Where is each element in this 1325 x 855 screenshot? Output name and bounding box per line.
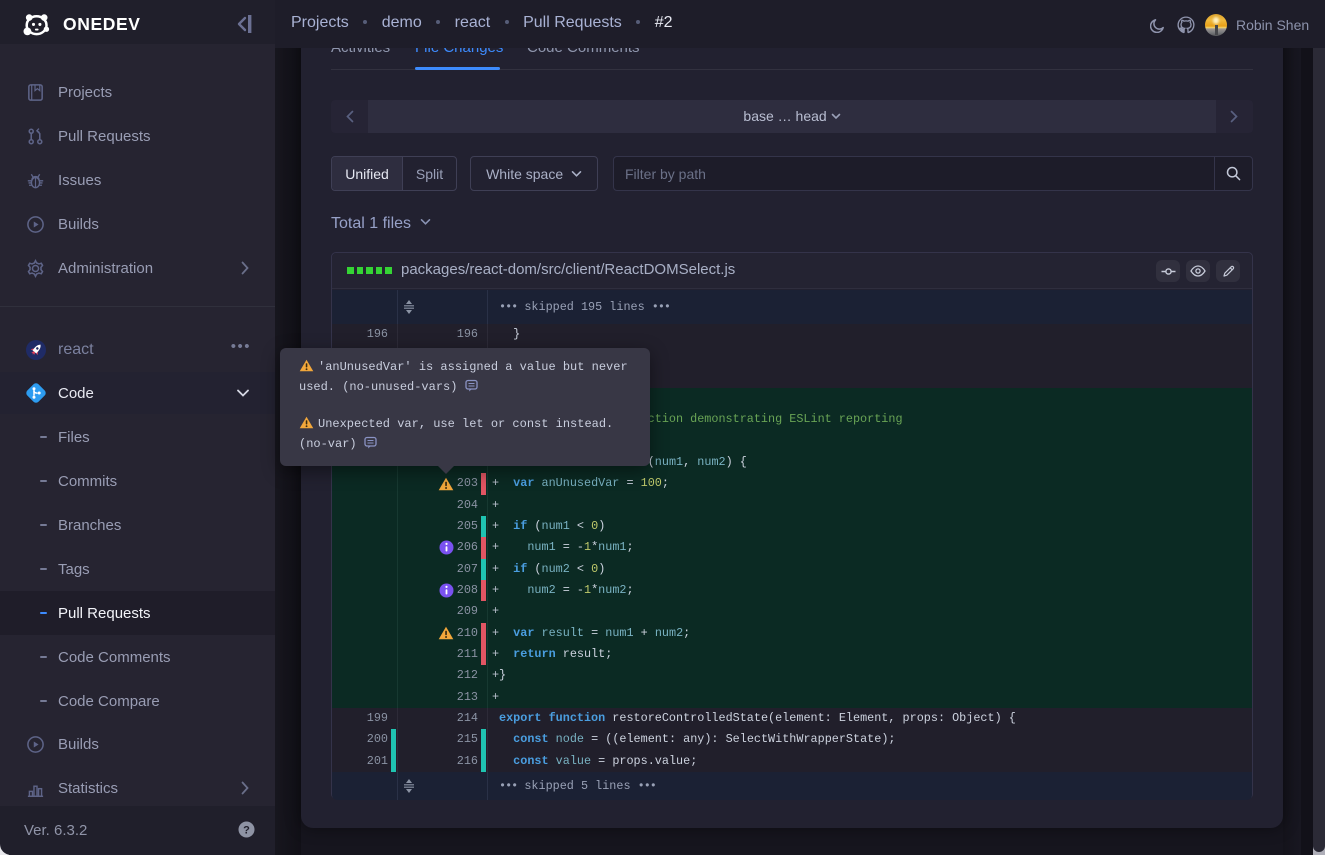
svg-text:?: ? [243,825,250,837]
